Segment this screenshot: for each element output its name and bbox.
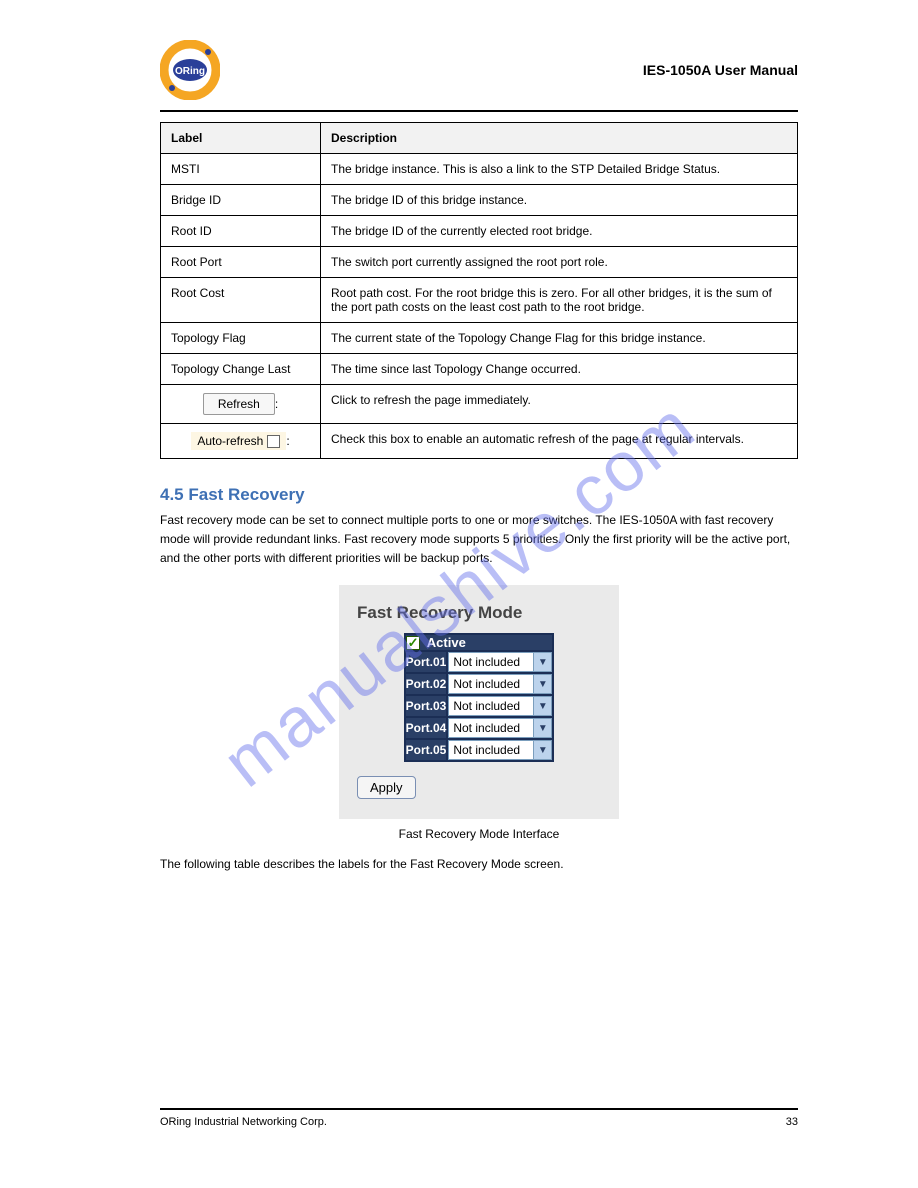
checkbox-icon	[267, 435, 280, 448]
port-label: Port.02	[405, 673, 448, 695]
active-row: Active	[405, 634, 554, 652]
col-description: Description	[321, 123, 798, 154]
chevron-down-icon: ▼	[533, 653, 551, 671]
table-row: Refresh: Click to refresh the page immed…	[161, 385, 798, 424]
section-body: Fast recovery mode can be set to connect…	[160, 511, 798, 569]
port-row: Port.04 Not included ▼	[405, 717, 554, 739]
table-row: MSTI The bridge instance. This is also a…	[161, 154, 798, 185]
chevron-down-icon: ▼	[533, 675, 551, 693]
port-select[interactable]: Not included ▼	[448, 696, 552, 716]
port-label: Port.01	[405, 651, 448, 673]
svg-text:ORing: ORing	[175, 66, 205, 77]
auto-refresh-label: Auto-refresh	[197, 434, 263, 448]
footer-page-number: 33	[786, 1116, 798, 1128]
params-table: Label Description MSTI The bridge instan…	[160, 122, 798, 459]
table-row: Bridge ID The bridge ID of this bridge i…	[161, 185, 798, 216]
table-row: Auto-refresh : Check this box to enable …	[161, 424, 798, 459]
fast-recovery-panel: Fast Recovery Mode Active Port.01 Not in…	[339, 585, 619, 820]
footer-left: ORing Industrial Networking Corp.	[160, 1116, 327, 1128]
port-row: Port.02 Not included ▼	[405, 673, 554, 695]
chevron-down-icon: ▼	[533, 741, 551, 759]
table-row: Root Cost Root path cost. For the root b…	[161, 278, 798, 323]
table-row: Root Port The switch port currently assi…	[161, 247, 798, 278]
table-row: Topology Change Last The time since last…	[161, 354, 798, 385]
oring-logo: ORing	[160, 40, 220, 100]
port-label: Port.04	[405, 717, 448, 739]
page-footer: ORing Industrial Networking Corp. 33	[160, 1108, 798, 1128]
panel-title: Fast Recovery Mode	[357, 603, 601, 623]
refresh-button[interactable]: Refresh	[203, 393, 275, 415]
figure-caption: Fast Recovery Mode Interface	[160, 827, 798, 841]
auto-refresh-checkbox[interactable]: Auto-refresh	[191, 432, 286, 450]
port-label: Port.05	[405, 739, 448, 761]
active-label: Active	[427, 635, 466, 650]
col-label: Label	[161, 123, 321, 154]
table-row: Root ID The bridge ID of the currently e…	[161, 216, 798, 247]
note-text: The following table describes the labels…	[160, 857, 798, 871]
port-select[interactable]: Not included ▼	[448, 740, 552, 760]
page-header: ORing IES-1050A User Manual	[160, 40, 798, 112]
table-row: Topology Flag The current state of the T…	[161, 323, 798, 354]
port-row: Port.05 Not included ▼	[405, 739, 554, 761]
port-select[interactable]: Not included ▼	[448, 674, 552, 694]
section-title: 4.5 Fast Recovery	[160, 485, 798, 505]
port-label: Port.03	[405, 695, 448, 717]
port-select[interactable]: Not included ▼	[448, 652, 552, 672]
port-select[interactable]: Not included ▼	[448, 718, 552, 738]
apply-button[interactable]: Apply	[357, 776, 416, 799]
chevron-down-icon: ▼	[533, 719, 551, 737]
fast-recovery-table: Active Port.01 Not included ▼ Port.02 No…	[404, 633, 555, 763]
chevron-down-icon: ▼	[533, 697, 551, 715]
port-row: Port.03 Not included ▼	[405, 695, 554, 717]
active-checkbox[interactable]	[406, 636, 420, 650]
header-title: IES-1050A User Manual	[643, 62, 798, 78]
port-row: Port.01 Not included ▼	[405, 651, 554, 673]
